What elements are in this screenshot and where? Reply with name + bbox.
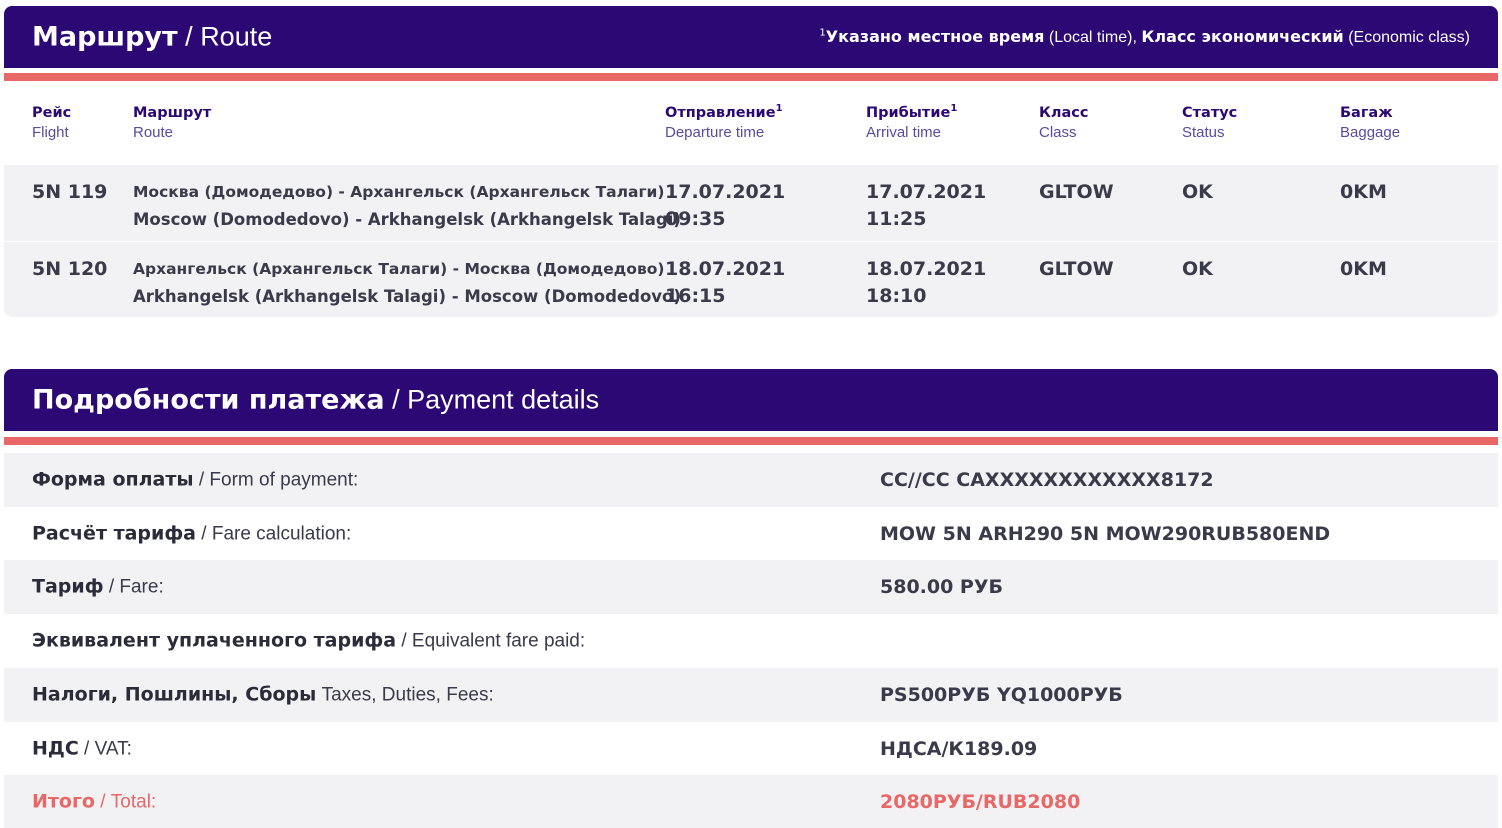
col-header-arrival: Прибытие1 Arrival time <box>866 103 958 141</box>
col-header-route: Маршрут Route <box>133 105 212 141</box>
col-header-departure: Отправление1 Departure time <box>665 103 783 141</box>
baggage-cell: 0KM <box>1340 258 1387 280</box>
flight-number: 5N 119 <box>32 181 108 203</box>
payment-row-fare-calculation: Расчёт тарифа / Fare calculation: MOW 5N… <box>32 522 1331 546</box>
route-section-note: 1Указано местное время (Local time), Кла… <box>819 27 1470 46</box>
status-cell: OK <box>1182 181 1213 203</box>
col-header-baggage: Багаж Baggage <box>1340 105 1401 141</box>
class-cell: GLTOW <box>1039 181 1114 203</box>
arrival-cell: 17.07.2021 11:25 <box>866 181 987 230</box>
route-cell: Архангельск (Архангельск Талаги) - Москв… <box>133 260 681 306</box>
payment-value: MOW 5N ARH290 5N MOW290RUB580END <box>880 523 1331 545</box>
col-header-class: Класс Class <box>1039 105 1089 141</box>
payment-value: PS500РУБ YQ1000РУБ <box>880 684 1123 706</box>
payment-section-divider <box>4 437 1498 445</box>
payment-total-value: 2080РУБ/RUB2080 <box>880 791 1081 813</box>
payment-row-total: Итого / Total: 2080РУБ/RUB2080 <box>4 775 1498 828</box>
payment-row-taxes: Налоги, Пошлины, Сборы Taxes, Duties, Fe… <box>4 668 1498 722</box>
table-row: 5N 119 Москва (Домодедово) - Архангельск… <box>4 165 1498 241</box>
class-cell: GLTOW <box>1039 258 1114 280</box>
col-header-flight: Рейс Flight <box>32 105 72 141</box>
route-section-title: Маршрут / Route <box>32 21 273 53</box>
route-table-body: 5N 119 Москва (Домодедово) - Архангельск… <box>4 165 1498 317</box>
payment-value: НДСА/К189.09 <box>880 738 1038 760</box>
departure-cell: 17.07.2021 09:35 <box>665 181 786 230</box>
status-cell: OK <box>1182 258 1213 280</box>
table-row: 5N 120 Архангельск (Архангельск Талаги) … <box>4 241 1498 317</box>
flight-number: 5N 120 <box>32 258 108 280</box>
payment-section-header: Подробности платежа / Payment details <box>4 369 1498 431</box>
payment-value: CC//CC CAXXXXXXXXXXXX8172 <box>880 469 1214 491</box>
route-section-header: Маршрут / Route 1Указано местное время (… <box>4 6 1498 68</box>
departure-cell: 18.07.2021 16:15 <box>665 258 786 307</box>
payment-section-title: Подробности платежа / Payment details <box>32 384 600 416</box>
payment-row-form-of-payment: Форма оплаты / Form of payment: CC//CC C… <box>4 453 1498 507</box>
payment-row-vat: НДС / VAT: НДСА/К189.09 <box>32 737 1038 761</box>
col-header-status: Статус Status <box>1182 105 1238 141</box>
route-cell: Москва (Домодедово) - Архангельск (Архан… <box>133 183 681 229</box>
payment-row-equivalent-fare: Эквивалент уплаченного тарифа / Equivale… <box>32 629 586 652</box>
baggage-cell: 0KM <box>1340 181 1387 203</box>
arrival-cell: 18.07.2021 18:10 <box>866 258 987 307</box>
payment-row-fare: Тариф / Fare: 580.00 РУБ <box>4 560 1498 614</box>
payment-value: 580.00 РУБ <box>880 576 1003 598</box>
route-section-divider <box>4 73 1498 81</box>
